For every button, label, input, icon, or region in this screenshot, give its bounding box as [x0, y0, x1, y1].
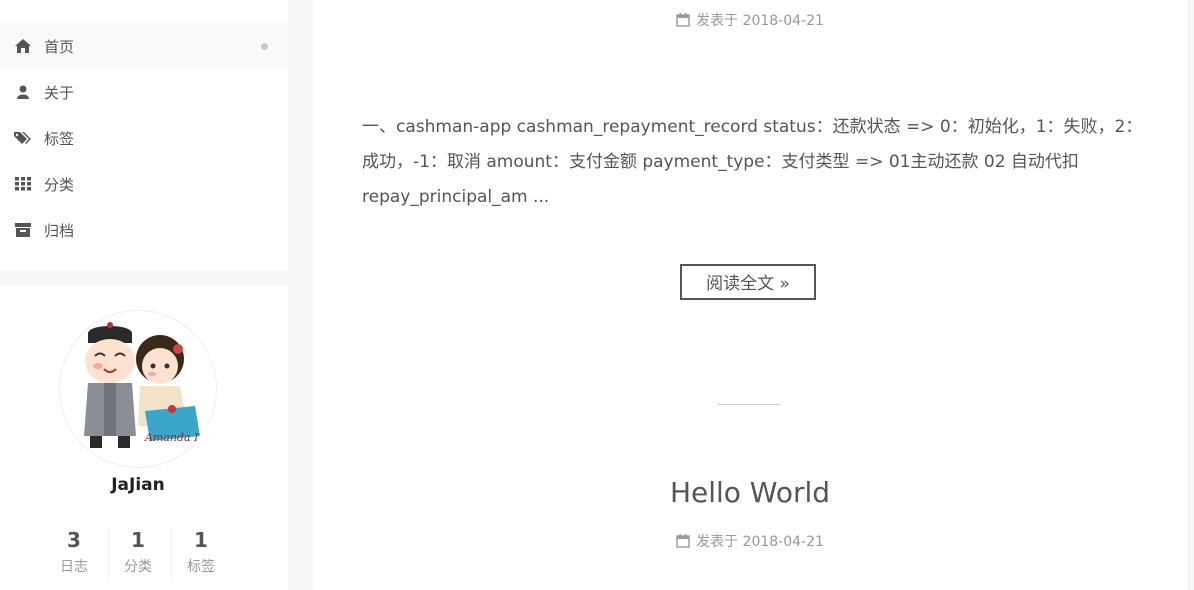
stat-posts-label: 日志: [60, 559, 88, 575]
post-date: 2018-04-21: [742, 534, 824, 550]
calendar-icon: [676, 13, 690, 31]
stat-categories-label: 分类: [124, 559, 152, 575]
author-name: JaJian: [111, 475, 165, 495]
read-more-button[interactable]: 阅读全文 »: [680, 264, 816, 300]
menu-item-archives[interactable]: 归档: [0, 207, 288, 253]
page-edge: [1187, 0, 1194, 590]
calendar-icon: [676, 534, 690, 552]
menu-item-about[interactable]: 关于: [0, 69, 288, 115]
stat-posts[interactable]: 3 日志: [42, 528, 106, 576]
menu-item-home[interactable]: 首页: [0, 23, 288, 69]
th-icon: [14, 175, 32, 193]
post-divider: [718, 404, 781, 405]
post-meta: 发表于 2018-04-21: [313, 10, 1187, 31]
active-indicator-dot: [261, 42, 268, 50]
avatar: Amanda Lin: [59, 310, 217, 468]
post-meta-label: 发表于: [696, 534, 739, 550]
site-nav-menu: 首页 关于 标签 分类 归档: [0, 0, 288, 270]
stat-categories-count: 1: [131, 528, 145, 552]
post-date: 2018-04-21: [742, 13, 824, 29]
home-icon: [14, 37, 32, 55]
avatar-signature: Amanda Lin: [144, 431, 212, 444]
menu-label-archives: 归档: [44, 221, 75, 240]
menu-label-about: 关于: [44, 83, 75, 102]
menu-label-tags: 标签: [44, 129, 75, 148]
menu-label-home: 首页: [44, 37, 75, 56]
stat-tags-label: 标签: [187, 559, 215, 575]
stat-posts-count: 3: [67, 528, 81, 552]
post-excerpt: 一、cashman-app cashman_repayment_record s…: [362, 117, 1143, 207]
sidebar: 首页 关于 标签 分类 归档 Amanda Lin JaJian 3 日志 1 …: [0, 0, 288, 590]
post-meta: 发表于 2018-04-21: [313, 531, 1187, 552]
menu-label-categories: 分类: [44, 175, 75, 194]
author-overview: Amanda Lin JaJian 3 日志 1 分类 1 标签: [0, 285, 288, 590]
stat-tags[interactable]: 1 标签: [169, 528, 233, 576]
stat-tags-count: 1: [194, 528, 208, 552]
user-icon: [14, 83, 32, 101]
post-title[interactable]: Hello World: [313, 476, 1187, 509]
menu-item-tags[interactable]: 标签: [0, 115, 288, 161]
tags-icon: [14, 129, 32, 147]
archive-icon: [14, 221, 32, 239]
menu-item-categories[interactable]: 分类: [0, 161, 288, 207]
main-content: 发表于 2018-04-21 一、cashman-app cashman_rep…: [313, 0, 1187, 590]
post-meta-label: 发表于: [696, 13, 739, 29]
stat-categories[interactable]: 1 分类: [106, 528, 170, 576]
